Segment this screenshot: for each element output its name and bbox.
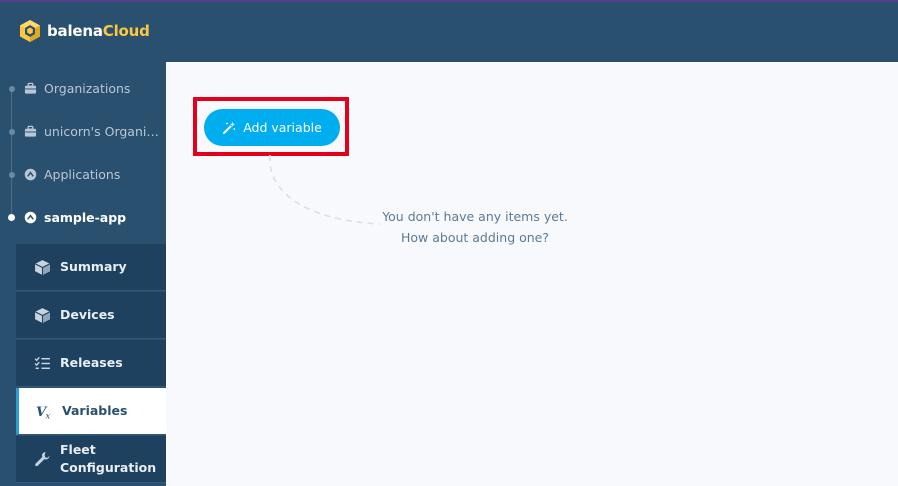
menu-item-devices[interactable]: Devices: [16, 292, 166, 339]
list-check-icon: [33, 354, 51, 372]
briefcase-icon: [24, 125, 37, 137]
cube-icon: [33, 258, 51, 276]
logo-text-balena: balena: [47, 22, 103, 40]
add-variable-label: Add variable: [243, 120, 322, 135]
sidebar: Organizations unicorn's Organiz... Appli…: [0, 62, 166, 486]
add-variable-button[interactable]: Add variable: [204, 109, 340, 146]
breadcrumb-label: sample-app: [44, 210, 127, 225]
magic-wand-icon: [223, 121, 236, 134]
breadcrumb-dot: [9, 128, 15, 135]
menu-item-releases[interactable]: Releases: [16, 340, 166, 387]
breadcrumb-dot: [9, 85, 15, 92]
breadcrumb-label: Applications: [44, 167, 121, 182]
menu-item-label: Summary: [60, 259, 127, 274]
menu-item-label: Fleet Configuration: [60, 442, 157, 475]
variables-icon: Vx: [36, 402, 54, 420]
breadcrumb-label: unicorn's Organiz...: [44, 124, 162, 139]
menu-item-fleet-configuration[interactable]: Fleet Configuration: [16, 436, 166, 483]
balena-cloud-logo[interactable]: balenaCloud: [19, 19, 150, 43]
breadcrumb-organization[interactable]: unicorn's Organiz...: [0, 110, 166, 177]
breadcrumb-dot: [8, 214, 15, 221]
breadcrumb-label: Organizations: [44, 81, 131, 96]
briefcase-icon: [24, 82, 37, 94]
breadcrumb-applications[interactable]: Applications: [0, 153, 166, 220]
menu-item-variables[interactable]: Vx Variables: [16, 388, 166, 435]
breadcrumb-organizations[interactable]: Organizations: [0, 67, 166, 134]
menu-item-label: Releases: [60, 355, 123, 370]
fleet-icon: [24, 211, 37, 224]
empty-state-line-2: How about adding one?: [400, 230, 549, 245]
logo-text-cloud: Cloud: [102, 22, 150, 40]
menu-item-summary[interactable]: Summary: [16, 244, 166, 291]
breadcrumb-dot: [9, 171, 15, 178]
cube-icon: [33, 306, 51, 324]
dashed-curve-decoration: [269, 154, 381, 225]
top-bar: balenaCloud: [0, 0, 898, 62]
svg-text:x: x: [45, 411, 50, 419]
empty-state-line-1: You don't have any items yet.: [382, 209, 568, 224]
menu-item-label: Devices: [60, 307, 115, 322]
logo-text: balenaCloud: [47, 22, 150, 40]
empty-state-message: You don't have any items yet. How about …: [375, 206, 575, 248]
breadcrumb-sample-app[interactable]: sample-app: [0, 196, 166, 239]
menu-item-label: Variables: [62, 403, 128, 418]
wrench-icon: [33, 450, 51, 468]
fleet-icon: [24, 168, 37, 181]
balena-cube-icon: [20, 20, 40, 42]
